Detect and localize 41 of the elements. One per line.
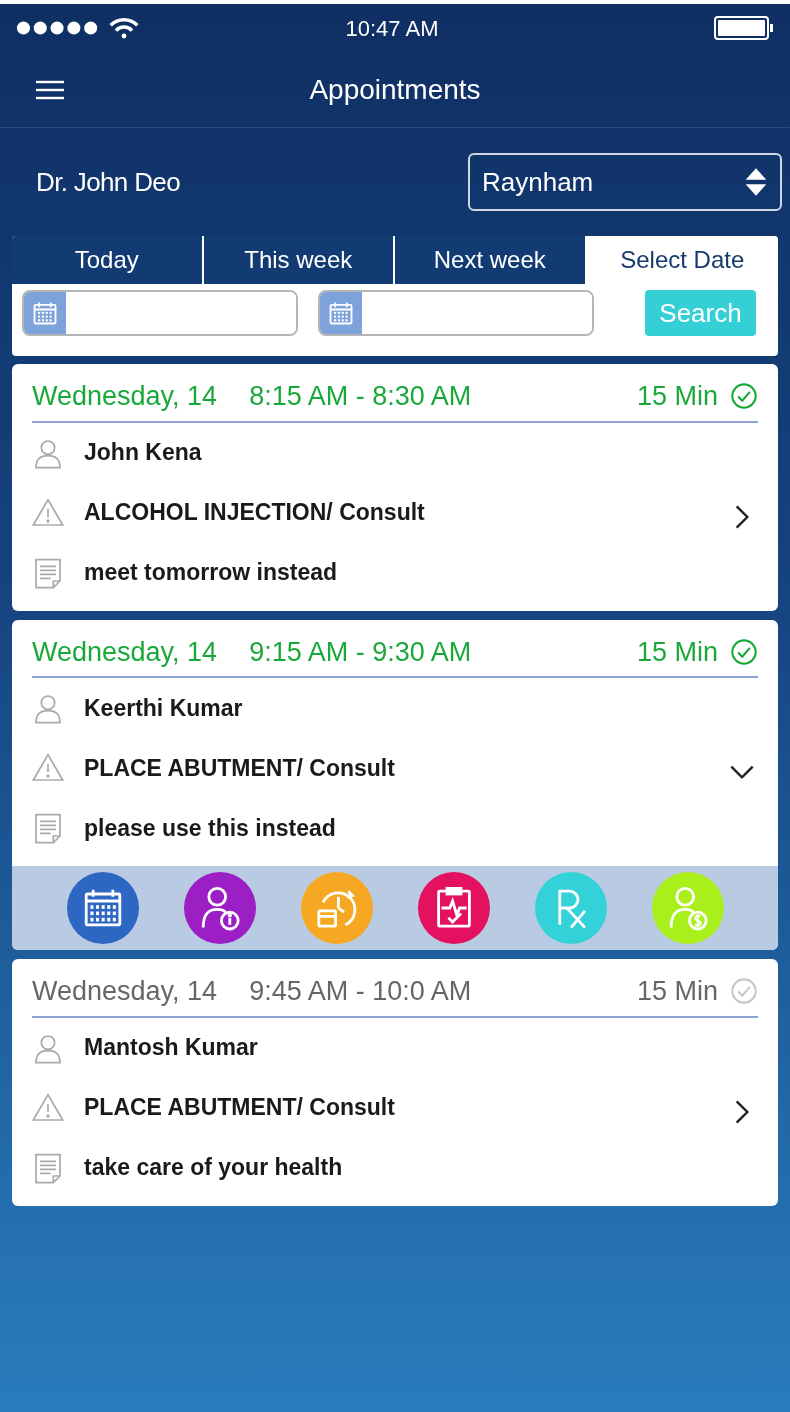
note-icon (32, 1151, 64, 1184)
appointment-card[interactable]: Wednesday, 14 9:15 AM - 9:30 AM 15 Min Keerthi Kumar PLACE ABUTMENT/ Consult please use this instead (12, 619, 778, 950)
date-field[interactable] (318, 290, 594, 336)
note-text: take care of your health (84, 1153, 343, 1183)
doctor-name: Dr. John Deo (36, 165, 180, 199)
battery-icon (714, 15, 774, 41)
patient-name: Mantosh Kumar (84, 1033, 258, 1063)
wifi-icon (108, 16, 140, 40)
appointment-date: Wednesday, 14 (32, 975, 218, 1008)
location-select[interactable]: Raynham (468, 153, 782, 211)
procedure-text: PLACE ABUTMENT/ Consult (84, 1093, 395, 1123)
warning-icon (32, 1091, 64, 1124)
appointment-date: Wednesday, 14 (32, 380, 218, 413)
note-icon (32, 812, 64, 844)
note-icon (32, 556, 64, 589)
page-title: Appointments (308, 72, 482, 107)
appointment-time: 9:45 AM - 10:0 AM (249, 975, 472, 1008)
appointment-duration: 15 Min (636, 380, 718, 413)
note-text: please use this instead (84, 813, 336, 843)
signal-icon (16, 20, 100, 36)
appointment-card[interactable]: Wednesday, 14 8:15 AM - 8:30 AM 15 Min John Kena ALCOHOL INJECTION/ Consult meet tomorrow instead (12, 364, 778, 611)
appointment-time: 9:15 AM - 9:30 AM (249, 635, 472, 669)
appointment-time: 8:15 AM - 8:30 AM (249, 380, 472, 413)
patient-name: Keerthi Kumar (84, 693, 243, 723)
procedure-text: ALCOHOL INJECTION/ Consult (84, 498, 425, 528)
warning-icon (32, 496, 64, 529)
filter-tab[interactable]: Next week (395, 236, 587, 284)
filter-tab[interactable]: This week (203, 236, 395, 284)
filter-tab[interactable]: Today (12, 236, 204, 284)
patient-name: John Kena (84, 438, 202, 468)
date-field[interactable] (22, 290, 298, 336)
appointment-card[interactable]: Wednesday, 14 9:45 AM - 10:0 AM 15 Min Mantosh Kumar PLACE ABUTMENT/ Consult take care of your health (12, 959, 778, 1206)
appointment-date: Wednesday, 14 (32, 635, 218, 669)
note-text: meet tomorrow instead (84, 558, 338, 588)
procedure-text: PLACE ABUTMENT/ Consult (84, 753, 395, 783)
warning-icon (32, 752, 64, 784)
appointment-duration: 15 Min (636, 635, 718, 669)
person-icon (32, 692, 64, 724)
sort-arrows-icon (744, 166, 768, 198)
status-time: 10:47 AM (344, 14, 440, 43)
appointment-duration: 15 Min (636, 975, 718, 1008)
